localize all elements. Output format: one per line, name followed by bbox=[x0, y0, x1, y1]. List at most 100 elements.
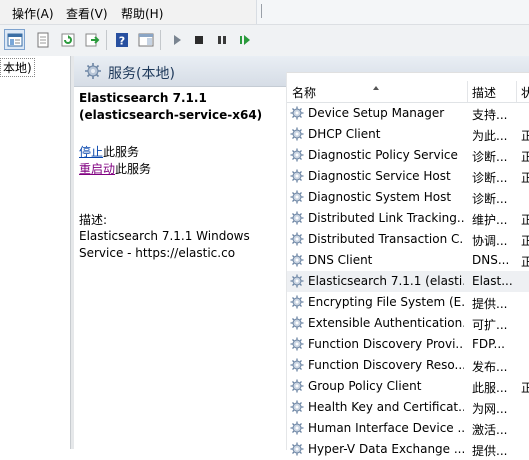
menu-view[interactable]: 查看(V) bbox=[66, 5, 108, 22]
table-row[interactable]: DNS Client DNS... 正 bbox=[287, 250, 529, 271]
table-row[interactable]: Hyper-V Data Exchange ... 提供... bbox=[287, 439, 529, 460]
table-row[interactable]: Function Discovery Provi... FDP... bbox=[287, 334, 529, 355]
service-description: 为此... bbox=[472, 129, 508, 143]
service-name: Extensible Authentication... bbox=[308, 316, 464, 330]
menu-action[interactable]: 操作(A) bbox=[12, 5, 54, 22]
service-gear-icon bbox=[290, 253, 304, 270]
table-row[interactable]: Diagnostic Service Host 诊断... 正 bbox=[287, 166, 529, 187]
column-header-description[interactable]: 描述 bbox=[472, 84, 496, 101]
description-label: 描述: bbox=[79, 213, 108, 227]
service-name: DHCP Client bbox=[308, 127, 381, 141]
service-description: 维护... bbox=[472, 213, 508, 227]
service-gear-icon bbox=[290, 316, 304, 333]
export-icon[interactable] bbox=[81, 29, 102, 50]
service-description: 提供... bbox=[472, 444, 508, 458]
service-gear-icon bbox=[290, 400, 304, 417]
stop-icon[interactable] bbox=[188, 29, 209, 50]
service-name: Distributed Transaction C... bbox=[308, 232, 464, 246]
service-name: DNS Client bbox=[308, 253, 373, 267]
services-list: 名称 描述 状 Device Setup Manager 支持... DHCP Cl… bbox=[286, 72, 529, 458]
help-icon[interactable]: ? bbox=[111, 29, 132, 50]
column-header-status[interactable]: 状 bbox=[521, 84, 529, 101]
service-name: Elasticsearch 7.1.1 (elasti... bbox=[308, 274, 464, 288]
list-header: 名称 描述 状 bbox=[287, 81, 529, 103]
service-detail-pane: Elasticsearch 7.1.1 (elasticsearch-servi… bbox=[74, 87, 286, 449]
service-gear-icon bbox=[290, 379, 304, 396]
service-gear-icon bbox=[290, 295, 304, 312]
service-status: 正 bbox=[521, 213, 529, 227]
pause-icon[interactable] bbox=[211, 29, 232, 50]
service-gear-icon bbox=[290, 211, 304, 228]
service-gear-icon bbox=[290, 358, 304, 375]
table-row[interactable]: Device Setup Manager 支持... bbox=[287, 103, 529, 124]
service-description: Elast... bbox=[472, 274, 513, 288]
console-tree-icon[interactable] bbox=[4, 29, 25, 50]
toolbar: ? bbox=[0, 24, 529, 57]
service-title: Elasticsearch 7.1.1 (elasticsearch-servi… bbox=[79, 91, 263, 122]
restart-suffix: 此服务 bbox=[115, 162, 152, 176]
table-row[interactable]: DHCP Client 为此... 正 bbox=[287, 124, 529, 145]
service-description: FDP... bbox=[472, 337, 505, 351]
table-row[interactable]: Diagnostic Policy Service 诊断... 正 bbox=[287, 145, 529, 166]
service-description: 此服... bbox=[472, 381, 508, 395]
service-description: 为网... bbox=[472, 402, 508, 416]
stop-action: 停止此服务 bbox=[79, 143, 139, 160]
pane-title: 服务(本地) bbox=[108, 66, 175, 82]
menu-help[interactable]: 帮助(H) bbox=[121, 5, 163, 22]
service-gear-icon bbox=[290, 442, 304, 459]
title-glass-area bbox=[256, 0, 529, 24]
table-row[interactable]: Human Interface Device ... 激活... bbox=[287, 418, 529, 439]
services-gear-icon bbox=[84, 62, 102, 83]
start-icon[interactable] bbox=[166, 29, 187, 50]
service-name: Health Key and Certificat... bbox=[308, 400, 464, 414]
table-row[interactable]: Group Policy Client 此服... 正 bbox=[287, 376, 529, 397]
properties-icon[interactable] bbox=[32, 29, 53, 50]
restart-icon[interactable] bbox=[234, 29, 255, 50]
service-name: Diagnostic System Host bbox=[308, 190, 452, 204]
table-row[interactable]: Diagnostic System Host 诊断... bbox=[287, 187, 529, 208]
tree-node-services-local[interactable]: 本地) bbox=[0, 58, 35, 77]
stop-service-link[interactable]: 停止 bbox=[79, 145, 103, 159]
service-gear-icon bbox=[290, 190, 304, 207]
table-row[interactable]: Distributed Transaction C... 协调... 正 bbox=[287, 229, 529, 250]
service-gear-icon bbox=[290, 337, 304, 354]
service-status: 正 bbox=[521, 150, 529, 164]
restart-service-link[interactable]: 重启动 bbox=[79, 162, 115, 176]
description-text: Elasticsearch 7.1.1 Windows Service - ht… bbox=[79, 229, 250, 260]
service-description: 发布... bbox=[472, 360, 508, 374]
service-description: 支持... bbox=[472, 108, 508, 122]
table-row[interactable]: Extensible Authentication... 可扩... bbox=[287, 313, 529, 334]
service-description: 诊断... bbox=[472, 150, 508, 164]
service-name: Hyper-V Data Exchange ... bbox=[308, 442, 464, 456]
sort-ascending-icon bbox=[373, 86, 379, 90]
table-row[interactable]: Health Key and Certificat... 为网... bbox=[287, 397, 529, 418]
services-pane: 服务(本地) Elasticsearch 7.1.1 (elasticsearc… bbox=[74, 56, 529, 458]
refresh-icon[interactable] bbox=[57, 29, 78, 50]
show-pane-icon[interactable] bbox=[135, 29, 156, 50]
service-description: 协调... bbox=[472, 234, 508, 248]
service-name: Function Discovery Provi... bbox=[308, 337, 464, 351]
service-status: 正 bbox=[521, 255, 529, 269]
service-description: 提供... bbox=[472, 297, 508, 311]
service-gear-icon bbox=[290, 421, 304, 438]
service-name: Diagnostic Service Host bbox=[308, 169, 451, 183]
service-description: 诊断... bbox=[472, 192, 508, 206]
service-gear-icon bbox=[290, 169, 304, 186]
column-header-name[interactable]: 名称 bbox=[292, 84, 316, 101]
table-row[interactable]: Function Discovery Reso... 发布... bbox=[287, 355, 529, 376]
service-name: Group Policy Client bbox=[308, 379, 422, 393]
service-status: 正 bbox=[521, 171, 529, 185]
service-name: Human Interface Device ... bbox=[308, 421, 464, 435]
service-status: 正 bbox=[521, 129, 529, 143]
service-gear-icon bbox=[290, 274, 304, 291]
service-name: Diagnostic Policy Service bbox=[308, 148, 458, 162]
table-row[interactable]: Encrypting File System (E... 提供... bbox=[287, 292, 529, 313]
service-name: Device Setup Manager bbox=[308, 106, 445, 120]
service-name: Encrypting File System (E... bbox=[308, 295, 464, 309]
table-row[interactable]: Elasticsearch 7.1.1 (elasti... Elast... bbox=[287, 271, 529, 292]
menu-bar: 操作(A) 查看(V) 帮助(H) bbox=[0, 0, 529, 24]
service-gear-icon bbox=[290, 148, 304, 165]
restart-action: 重启动此服务 bbox=[79, 160, 151, 177]
table-row[interactable]: Distributed Link Tracking... 维护... 正 bbox=[287, 208, 529, 229]
service-description: 诊断... bbox=[472, 171, 508, 185]
